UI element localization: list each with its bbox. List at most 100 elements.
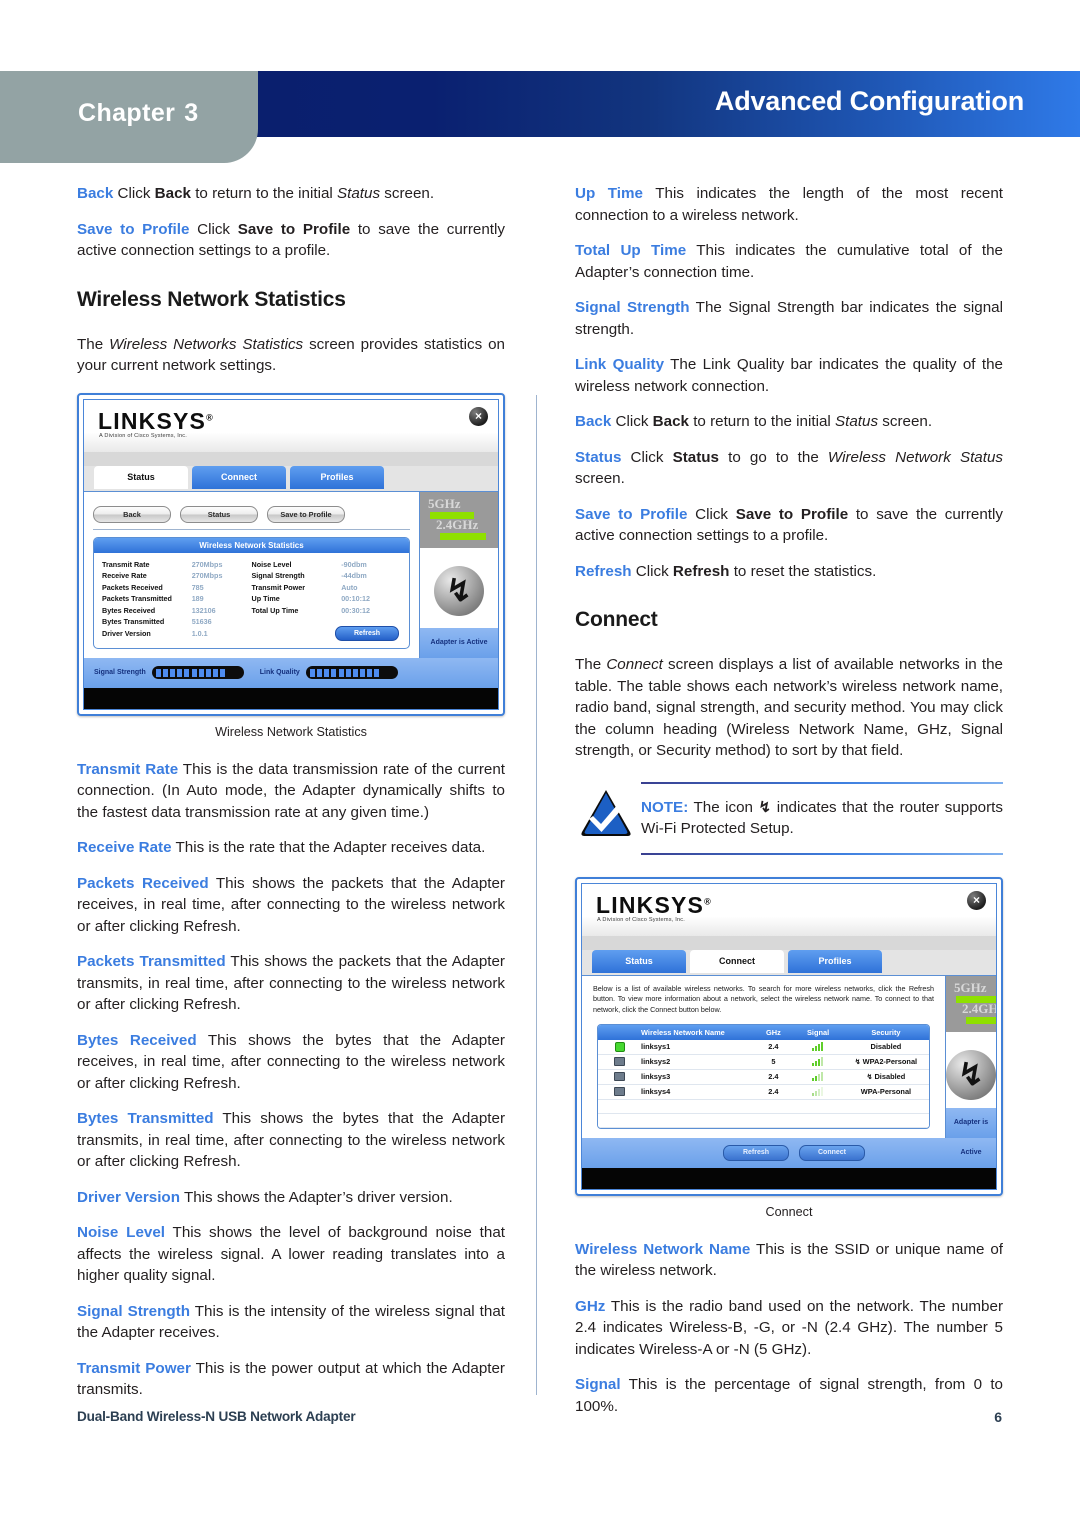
section-heading-wireless-network-statistics: Wireless Network Statistics — [77, 287, 346, 311]
note-label: NOTE: — [641, 798, 689, 816]
definition-text: Click Back to return to the initial Stat… — [113, 185, 435, 202]
action-button-group: Refresh Connect — [592, 1144, 996, 1161]
close-icon[interactable]: × — [967, 890, 986, 910]
stat-value: 132106 — [191, 605, 216, 615]
definition-link-quality: Link Quality The Link Quality bar indica… — [575, 354, 1003, 397]
table-header-signal[interactable]: Signal — [793, 1025, 843, 1040]
tab-profiles[interactable]: Profiles — [290, 465, 384, 489]
definition-signal: Signal This is the percentage of signal … — [575, 1374, 1003, 1417]
note-check-icon — [581, 789, 631, 836]
term-label: Receive Rate — [77, 839, 172, 857]
stat-label: Bytes Received — [102, 605, 156, 615]
tab-connect[interactable]: Connect — [192, 465, 286, 489]
term-label: Back — [575, 413, 612, 430]
app-brand-bar: LINKSYS® A Division of Cisco Systems, In… — [582, 883, 996, 936]
tab-status[interactable]: Status — [592, 949, 686, 973]
signal-strength-label: Signal Strength — [94, 669, 146, 677]
stat-row: Driver Version 1.0.1 — [102, 628, 252, 640]
stat-value: 270Mbps — [191, 571, 223, 581]
term-label: Driver Version — [77, 1188, 180, 1206]
term-label: Save to Profile — [77, 220, 190, 238]
definition-signal-strength-bar: Signal Strength The Signal Strength bar … — [575, 297, 1003, 340]
statistics-panel-title: Wireless Network Statistics — [94, 537, 409, 553]
term-label: Noise Level — [77, 1224, 166, 1242]
term-label: Transmit Power — [77, 1359, 191, 1377]
app-button-row: Back Status Save to Profile — [93, 499, 410, 530]
band-indicator: 5GHz 2.4GHz — [420, 491, 498, 548]
note-text: NOTE: The icon ↯ indicates that the rout… — [641, 784, 1003, 853]
brand-subtitle: A Division of Cisco Systems, Inc. — [597, 916, 686, 923]
definition-text: This is the radio band used on the netwo… — [575, 1297, 1003, 1358]
close-icon[interactable]: × — [469, 406, 488, 426]
stat-label: Receive Rate — [102, 571, 147, 581]
figure-caption-statistics: Wireless Network Statistics — [215, 724, 367, 739]
stat-row: Up Time 00:10:12 — [252, 593, 402, 605]
wps-icon: ↯ — [946, 1049, 996, 1100]
section-heading-connect: Connect — [575, 608, 658, 631]
linksys-logo: LINKSYS® — [596, 892, 712, 919]
band-24ghz-bar — [440, 532, 486, 540]
table-header-security[interactable]: Security — [843, 1025, 929, 1040]
tab-profiles[interactable]: Profiles — [788, 949, 882, 973]
network-security: ↯ WPA2-Personal — [843, 1055, 929, 1069]
network-ghz: 5 — [771, 1056, 776, 1066]
refresh-button[interactable]: Refresh — [723, 1144, 789, 1161]
stat-label: Transmit Rate — [102, 559, 150, 569]
security-label: Disabled — [874, 1071, 906, 1081]
table-header-ghz[interactable]: GHz — [754, 1025, 794, 1040]
definition-back-right: Back Click Back to return to the initial… — [575, 411, 1003, 433]
statistics-panel-body: Transmit Rate 270Mbps Receive Rate 270Mbps… — [94, 553, 409, 648]
definition-wireless-network-name: Wireless Network Name This is the SSID o… — [575, 1239, 1003, 1282]
figure-caption-connect: Connect — [765, 1204, 813, 1219]
connect-button[interactable]: Connect — [799, 1144, 865, 1161]
stat-label: Noise Level — [251, 559, 292, 569]
stat-row: Total Up Time 00:30:12 — [252, 605, 402, 617]
app-bottom-bar — [582, 1167, 996, 1189]
definition-status: Status Click Status to go to the Wireles… — [575, 447, 1003, 490]
tab-status[interactable]: Status — [94, 465, 188, 489]
connect-description: Below is a list of available wireless ne… — [593, 983, 934, 1015]
table-row[interactable]: linksys3 2.4 ↯ Disabled — [598, 1069, 929, 1085]
network-name: linksys1 — [641, 1041, 671, 1051]
adapter-status-label: Adapter is Active — [946, 1107, 996, 1156]
app-brand-bar: LINKSYS® A Division of Cisco Systems, In… — [84, 399, 498, 452]
app-main-area: Back Status Save to Profile Wireless Netwo… — [84, 490, 498, 658]
table-row[interactable]: linksys4 2.4 WPA-Personal — [598, 1084, 929, 1100]
table-row[interactable]: linksys2 5 ↯ WPA2-Personal — [598, 1054, 929, 1070]
definition-text: This is the percentage of signal strengt… — [575, 1376, 1003, 1415]
chapter-word: Chapter — [78, 99, 176, 127]
band-24ghz-label: 2.4GHz — [962, 1000, 996, 1016]
refresh-button[interactable]: Refresh — [335, 625, 399, 641]
definition-packets-received: Packets Received This shows the packets … — [77, 873, 505, 938]
band-24ghz-label: 2.4GHz — [436, 516, 479, 532]
back-button[interactable]: Back — [93, 505, 171, 523]
signal-bars-icon — [793, 1040, 843, 1054]
right-column: Up Time This indicates the length of the… — [575, 183, 1003, 1417]
term-label: Up Time — [575, 185, 643, 202]
table-row-empty — [598, 1099, 929, 1114]
link-quality-label: Link Quality — [259, 669, 300, 677]
status-button[interactable]: Status — [180, 505, 258, 523]
table-row[interactable]: linksys1 2.4 Disabled — [598, 1039, 929, 1055]
definition-bytes-received: Bytes Received This shows the bytes that… — [77, 1030, 505, 1095]
app-gray-bar — [582, 935, 996, 950]
stat-label: Total Up Time — [251, 605, 299, 615]
app-tab-bar: Status Connect Profiles — [84, 465, 498, 491]
term-label: Total Up Time — [575, 242, 687, 259]
network-security: Disabled — [870, 1041, 902, 1051]
app-status-footer: Signal Strength Link Quality — [84, 657, 498, 688]
tab-connect[interactable]: Connect — [690, 949, 784, 973]
save-to-profile-button[interactable]: Save to Profile — [267, 505, 345, 523]
definition-transmit-power: Transmit Power This is the power output … — [77, 1358, 505, 1401]
table-header-network-name[interactable]: Wireless Network Name — [641, 1025, 754, 1040]
wps-icon: ↯ — [854, 1058, 861, 1066]
network-name: linksys3 — [641, 1071, 671, 1081]
stat-value: -90dbm — [341, 559, 367, 569]
definition-text: Click Back to return to the initial Stat… — [611, 413, 933, 430]
signal-bars-icon — [793, 1085, 843, 1099]
note-box: NOTE: The icon ↯ indicates that the rout… — [575, 781, 1003, 855]
stat-row: Bytes Received 132106 — [102, 605, 252, 617]
footer-product-name: Dual-Band Wireless-N USB Network Adapter — [77, 1409, 356, 1424]
term-label: Refresh — [575, 562, 632, 580]
brand-text: LINKSYS — [596, 891, 705, 918]
